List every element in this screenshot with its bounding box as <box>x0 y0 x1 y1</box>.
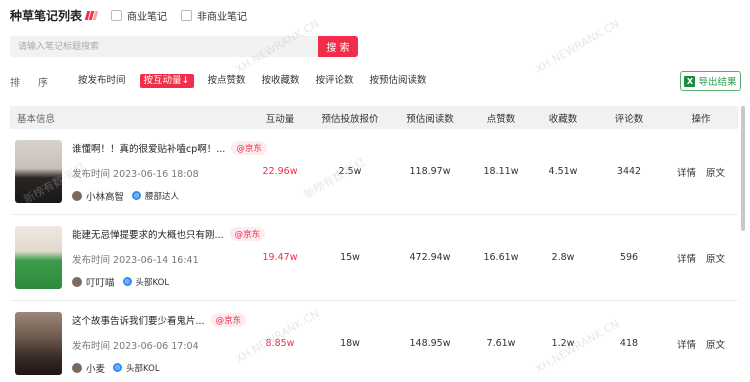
level-badge-icon: ◎ <box>122 277 132 286</box>
brand-tag: @京东 <box>229 226 266 241</box>
noncommercial-notes-checkbox[interactable]: 非商业笔记 <box>181 8 247 23</box>
note-info: 这个故事告诉我们要少看鬼片... @京东 发布时间 2023-06-06 17:… <box>10 312 250 375</box>
header-likes: 点赞数 <box>486 113 516 125</box>
author-name[interactable]: 叮叮喵 <box>86 275 115 289</box>
sort-by-publish-time[interactable]: 按发布时间 <box>76 74 128 88</box>
publish-time: 发布时间 2023-06-14 16:41 <box>72 254 199 266</box>
sort-by-interaction[interactable]: 按互动量↓ <box>139 74 194 88</box>
author-name[interactable]: 小林高智 <box>86 189 124 203</box>
watermark: XH.NEWRANK.CN <box>533 17 622 76</box>
sort-by-likes[interactable]: 按点赞数 <box>206 74 248 88</box>
favorites-value: 1.2w <box>551 338 575 349</box>
note-thumbnail[interactable] <box>15 226 62 289</box>
price-value: 2.5w <box>338 166 362 177</box>
row-actions: 详情 原文 <box>664 337 738 351</box>
publish-time: 发布时间 2023-06-16 18:08 <box>72 168 199 180</box>
brand-tag: @京东 <box>231 140 267 155</box>
interaction-value: 19.47w <box>262 252 298 263</box>
reads-value: 118.97w <box>409 166 451 177</box>
sort-label: 排序 <box>10 77 66 89</box>
author-name[interactable]: 小麦 <box>86 361 105 375</box>
publish-time: 发布时间 2023-06-06 17:04 <box>72 340 199 352</box>
checkbox-box[interactable] <box>111 9 123 21</box>
original-link[interactable]: 原文 <box>706 251 725 265</box>
author-level: 腰部达人 <box>145 191 180 202</box>
table-row: 这个故事告诉我们要少看鬼片... @京东 发布时间 2023-06-06 17:… <box>10 301 738 382</box>
comments-value: 418 <box>619 338 639 349</box>
brand-tag: @京东 <box>210 312 247 327</box>
sort-by-est-reads[interactable]: 按预估阅读数 <box>368 74 429 88</box>
avatar <box>72 276 82 287</box>
original-link[interactable]: 原文 <box>706 165 725 179</box>
original-link[interactable]: 原文 <box>706 337 725 351</box>
header-price: 预估投放报价 <box>321 113 379 125</box>
note-title[interactable]: 这个故事告诉我们要少看鬼片... <box>72 313 205 327</box>
level-badge-icon: ◎ <box>113 363 123 372</box>
row-actions: 详情 原文 <box>664 165 738 179</box>
note-info: 谁懂啊！！真的很爱贴补嗑cp啊！... @京东 发布时间 2023-06-16 … <box>10 140 267 203</box>
title-decoration <box>84 10 99 20</box>
likes-value: 16.61w <box>483 252 519 263</box>
checkbox-box[interactable] <box>181 9 193 21</box>
header-interaction: 互动量 <box>265 113 295 125</box>
reads-value: 472.94w <box>409 252 451 263</box>
detail-link[interactable]: 详情 <box>677 337 696 351</box>
commercial-notes-checkbox[interactable]: 商业笔记 <box>111 8 167 23</box>
header-favorites: 收藏数 <box>548 113 578 125</box>
sort-by-comments[interactable]: 按评论数 <box>314 74 356 88</box>
search-bar: 搜 索 <box>10 36 358 57</box>
author-level: 头部KOL <box>126 363 160 374</box>
sort-item-label: 按互动量 <box>143 75 182 86</box>
detail-link[interactable]: 详情 <box>677 251 696 265</box>
avatar <box>72 190 82 201</box>
note-title[interactable]: 能建无忌惮提要求的大概也只有刚... <box>72 227 224 241</box>
sort-bar: 排序 按发布时间 按互动量↓ 按点赞数 按收藏数 按评论数 按预估阅读数 <box>10 73 441 89</box>
search-input[interactable] <box>10 36 318 57</box>
comments-value: 3442 <box>616 166 642 177</box>
likes-value: 18.11w <box>483 166 519 177</box>
note-title[interactable]: 谁懂啊！！真的很爱贴补嗑cp啊！... <box>72 141 225 155</box>
price-value: 18w <box>340 338 360 349</box>
checkbox-label: 商业笔记 <box>127 11 168 23</box>
table-row: 谁懂啊！！真的很爱贴补嗑cp啊！... @京东 发布时间 2023-06-16 … <box>10 129 738 215</box>
favorites-value: 2.8w <box>551 252 575 263</box>
export-label: 导出结果 <box>698 77 737 88</box>
interaction-value: 22.96w <box>262 166 298 177</box>
header-basic-info: 基本信息 <box>17 113 56 125</box>
notes-table: 基本信息 互动量 预估投放报价 预估阅读数 点赞数 收藏数 评论数 操作 谁懂啊… <box>10 106 738 382</box>
sort-desc-arrow-icon: ↓ <box>181 75 190 86</box>
avatar <box>72 362 82 373</box>
author-level: 头部KOL <box>135 277 170 288</box>
search-button[interactable]: 搜 索 <box>318 36 358 57</box>
page-header: 种草笔记列表 商业笔记 非商业笔记 <box>10 6 247 24</box>
export-results-button[interactable]: X 导出结果 <box>680 71 741 91</box>
detail-link[interactable]: 详情 <box>677 165 696 179</box>
favorites-value: 4.51w <box>548 166 578 177</box>
likes-value: 7.61w <box>486 338 516 349</box>
table-row: 能建无忌惮提要求的大概也只有刚... @京东 发布时间 2023-06-14 1… <box>10 215 738 301</box>
page-title: 种草笔记列表 <box>10 8 83 23</box>
note-thumbnail[interactable] <box>15 140 62 203</box>
excel-icon: X <box>684 75 696 87</box>
interaction-value: 8.85w <box>265 338 295 349</box>
vertical-scrollbar[interactable] <box>741 106 745 231</box>
reads-value: 148.95w <box>409 338 451 349</box>
header-reads: 预估阅读数 <box>406 113 454 125</box>
checkbox-label: 非商业笔记 <box>197 11 248 23</box>
price-value: 15w <box>340 252 360 263</box>
level-badge-icon: ◎ <box>132 191 142 200</box>
table-header: 基本信息 互动量 预估投放报价 预估阅读数 点赞数 收藏数 评论数 操作 <box>10 106 738 129</box>
comments-value: 596 <box>619 252 639 263</box>
header-comments: 评论数 <box>614 113 644 125</box>
row-actions: 详情 原文 <box>664 251 738 265</box>
note-info: 能建无忌惮提要求的大概也只有刚... @京东 发布时间 2023-06-14 1… <box>10 226 266 289</box>
note-thumbnail[interactable] <box>15 312 62 375</box>
header-actions: 操作 <box>691 113 711 125</box>
sort-by-favorites[interactable]: 按收藏数 <box>260 74 302 88</box>
